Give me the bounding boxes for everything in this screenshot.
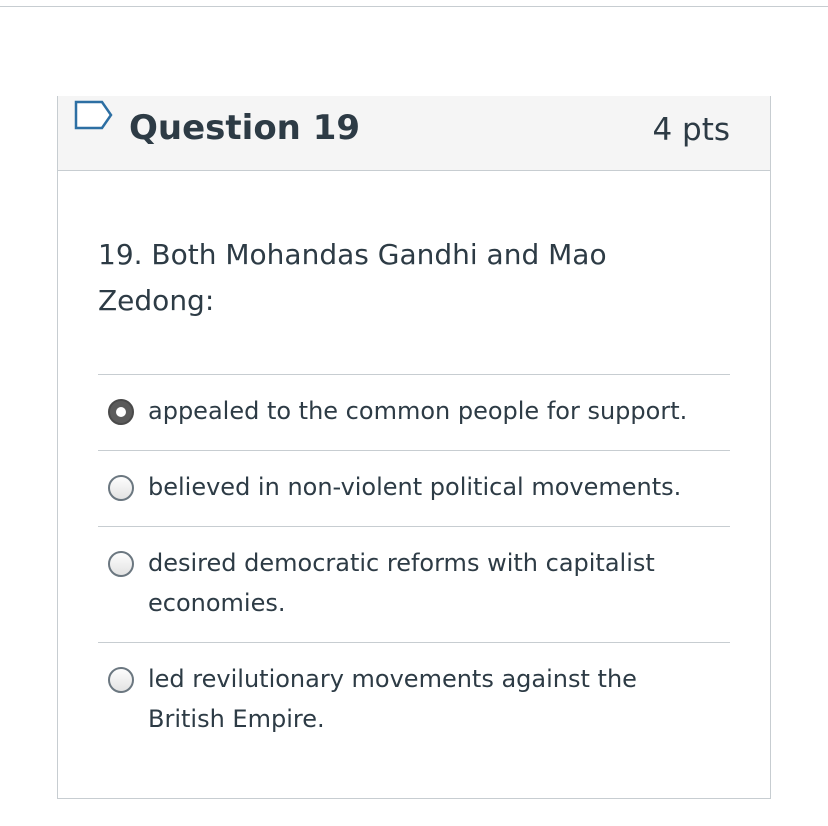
- question-text: 19. Both Mohandas Gandhi and Mao Zedong:: [98, 238, 607, 317]
- answer-label[interactable]: believed in non-violent political moveme…: [148, 467, 708, 507]
- answer-option[interactable]: believed in non-violent political moveme…: [98, 450, 730, 526]
- question-points: 4 pts: [652, 112, 730, 148]
- answer-option[interactable]: appealed to the common people for suppor…: [98, 374, 730, 450]
- radio-unselected-icon[interactable]: [108, 475, 134, 501]
- top-divider: [0, 6, 828, 7]
- question-title: Question 19: [129, 108, 361, 148]
- answer-label[interactable]: desired democratic reforms with capitali…: [148, 543, 708, 623]
- flag-outline-icon[interactable]: [74, 100, 114, 132]
- answer-label[interactable]: appealed to the common people for suppor…: [148, 391, 708, 431]
- answer-option[interactable]: desired democratic reforms with capitali…: [98, 526, 730, 642]
- radio-unselected-icon[interactable]: [108, 667, 134, 693]
- radio-selected-icon[interactable]: [108, 399, 134, 425]
- question-card: Question 19 4 pts 19. Both Mohandas Gand…: [57, 96, 771, 799]
- answer-option[interactable]: led revilutionary movements against the …: [98, 642, 730, 758]
- answer-label[interactable]: led revilutionary movements against the …: [148, 659, 708, 739]
- radio-unselected-icon[interactable]: [108, 551, 134, 577]
- question-header: Question 19 4 pts: [58, 96, 770, 171]
- answer-list: appealed to the common people for suppor…: [98, 374, 730, 758]
